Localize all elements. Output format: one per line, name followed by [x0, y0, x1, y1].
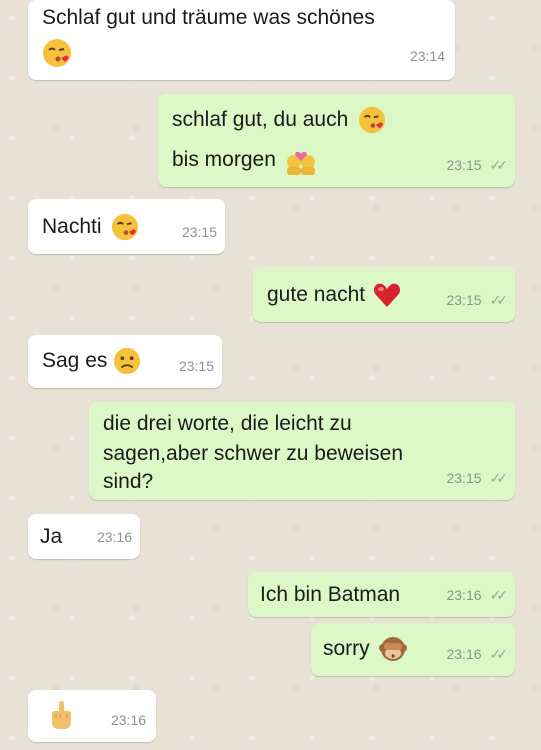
message-text: Schlaf gut und träume was schönes — [42, 6, 375, 29]
message-text: Ich bin Batman — [260, 583, 401, 606]
chat-background: Schlaf gut und träume was schönes 23:14 … — [0, 0, 541, 750]
double-check-icon: ✓✓ — [489, 292, 509, 308]
message-bubble-outgoing[interactable]: Ich bin Batman 23:16 ✓✓ — [248, 572, 515, 617]
message-meta: 23:16 ✓✓ — [446, 639, 509, 670]
red-heart-icon — [373, 282, 401, 308]
couple-with-heart-icon — [284, 145, 318, 176]
double-check-icon: ✓✓ — [489, 646, 509, 662]
message-bubble-outgoing[interactable]: schlaf gut, du auch bis morgen 23:15 ✓✓ — [158, 94, 515, 187]
timestamp: 23:15 — [446, 470, 482, 486]
double-check-icon: ✓✓ — [489, 587, 509, 603]
message-line: Nachti — [42, 215, 102, 238]
timestamp: 23:16 — [446, 587, 482, 603]
message-bubble-outgoing[interactable]: sorry 23:16 ✓✓ — [311, 623, 515, 676]
message-meta: 23:14 — [410, 41, 445, 72]
message-text: sorry — [323, 633, 408, 664]
timestamp: 23:15 — [181, 224, 217, 240]
message-line: gute nacht — [267, 283, 366, 306]
middle-finger-icon — [48, 700, 74, 730]
message-bubble-incoming[interactable]: 23:16 — [28, 690, 156, 742]
message-meta: 23:15 ✓✓ — [446, 150, 509, 181]
message-line: schlaf gut, du auch — [172, 108, 349, 131]
message-text: bis morgen — [172, 144, 318, 176]
timestamp: 23:15 — [446, 157, 482, 173]
message-bubble-incoming[interactable]: Schlaf gut und träume was schönes 23:14 — [28, 0, 455, 80]
message-line: Sag es — [42, 349, 108, 372]
message-text: Ja — [40, 525, 63, 548]
message-meta: 23:16 ✓✓ — [446, 580, 509, 611]
double-check-icon: ✓✓ — [489, 157, 509, 173]
timestamp: 23:15 — [446, 292, 482, 308]
message-meta: 23:15 ✓✓ — [446, 285, 509, 316]
message-text: gute nacht — [267, 279, 401, 310]
message-text: die drei worte, die leicht zu — [103, 412, 352, 435]
timestamp: 23:16 — [110, 712, 146, 728]
timestamp: 23:15 — [178, 358, 214, 374]
message-meta: 23:16 — [97, 522, 132, 553]
message-bubble-incoming[interactable]: Nachti 23:15 — [28, 199, 225, 254]
message-text: Nachti — [42, 211, 139, 242]
message-meta: 23:16 — [111, 705, 146, 736]
message-line: bis morgen — [172, 148, 276, 171]
message-meta: 23:15 — [179, 351, 214, 382]
message-bubble-outgoing[interactable]: die drei worte, die leicht zu sagen,aber… — [89, 402, 515, 500]
message-line: sorry — [323, 637, 370, 660]
message-text: schlaf gut, du auch — [172, 104, 386, 135]
face-throwing-kiss-icon — [111, 213, 139, 241]
message-meta: 23:15 — [182, 217, 217, 248]
timestamp: 23:16 — [446, 646, 482, 662]
message-bubble-incoming[interactable]: Ja 23:16 — [28, 514, 140, 559]
message-meta: 23:15 ✓✓ — [446, 463, 509, 494]
message-text: sind? — [103, 470, 154, 493]
message-bubble-outgoing[interactable]: gute nacht 23:15 ✓✓ — [253, 267, 515, 322]
face-throwing-kiss-icon — [358, 106, 386, 134]
confused-face-icon — [113, 347, 141, 375]
see-no-evil-monkey-icon — [378, 634, 408, 664]
timestamp: 23:16 — [96, 529, 132, 545]
timestamp: 23:14 — [409, 48, 445, 64]
message-text: sagen,aber schwer zu beweisen — [103, 442, 404, 465]
double-check-icon: ✓✓ — [489, 470, 509, 486]
message-text: Sag es — [42, 345, 141, 376]
message-bubble-incoming[interactable]: Sag es 23:15 — [28, 335, 222, 388]
face-throwing-kiss-icon — [42, 38, 72, 68]
